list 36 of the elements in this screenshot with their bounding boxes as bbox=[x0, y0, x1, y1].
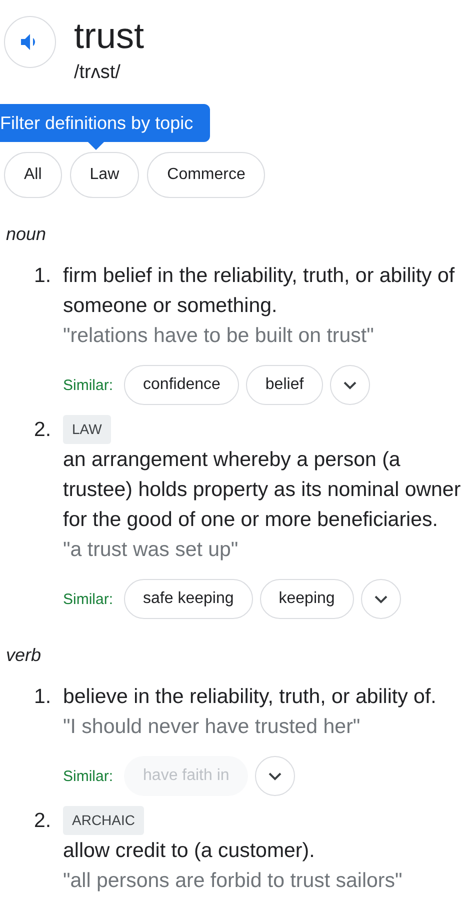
topic-chip[interactable]: Commerce bbox=[147, 152, 266, 198]
expand-button[interactable] bbox=[330, 365, 370, 405]
topic-label: LAW bbox=[63, 415, 111, 444]
definition-text: an arrangement whereby a person (a trustee) holds property as its nominal owner for the good of one or more beneficiaries. bbox=[63, 447, 462, 533]
definition-number: 2. bbox=[34, 808, 52, 834]
synonym-chip[interactable]: keeping bbox=[260, 579, 354, 619]
pronunciation: /trʌst/ bbox=[74, 61, 122, 85]
similar-label: Similar: bbox=[63, 768, 114, 784]
definition-text: believe in the reliability, truth, or ability of. bbox=[63, 684, 436, 710]
expand-button[interactable] bbox=[360, 579, 401, 619]
headword: trust bbox=[74, 16, 144, 56]
synonym-chip[interactable]: belief bbox=[246, 365, 323, 405]
example-text: "relations have to be built on trust" bbox=[63, 323, 374, 349]
example-text: "all persons are forbid to trust sailors" bbox=[63, 868, 402, 894]
part-of-speech: verb bbox=[6, 645, 42, 666]
topic-chip[interactable]: Law bbox=[70, 152, 140, 198]
chevron-down-icon bbox=[268, 772, 282, 780]
chevron-down-icon bbox=[342, 380, 357, 390]
chevron-down-icon bbox=[374, 594, 388, 604]
example-text: "I should never have trusted her" bbox=[63, 714, 360, 740]
similar-label: Similar: bbox=[63, 376, 114, 394]
example-text: "a trust was set up" bbox=[63, 537, 238, 563]
tooltip: Filter definitions by topic bbox=[0, 104, 210, 142]
synonym-chip[interactable]: confidence bbox=[124, 365, 240, 405]
part-of-speech: noun bbox=[6, 224, 48, 245]
definition-text: firm belief in the reliability, truth, or ability of someone or something. bbox=[63, 263, 456, 319]
topic-label: ARCHAIC bbox=[63, 806, 144, 835]
expand-button[interactable] bbox=[255, 756, 296, 796]
definition-number: 1. bbox=[34, 263, 52, 289]
definition-text: allow credit to (a customer). bbox=[63, 838, 315, 864]
topic-chip[interactable]: All bbox=[4, 152, 62, 198]
definition-number: 1. bbox=[34, 684, 52, 710]
similar-label: Similar: bbox=[63, 590, 114, 608]
definition-number: 2. bbox=[34, 417, 52, 443]
synonym-chip[interactable]: safe keeping bbox=[124, 579, 253, 619]
speaker-button[interactable] bbox=[4, 16, 56, 68]
